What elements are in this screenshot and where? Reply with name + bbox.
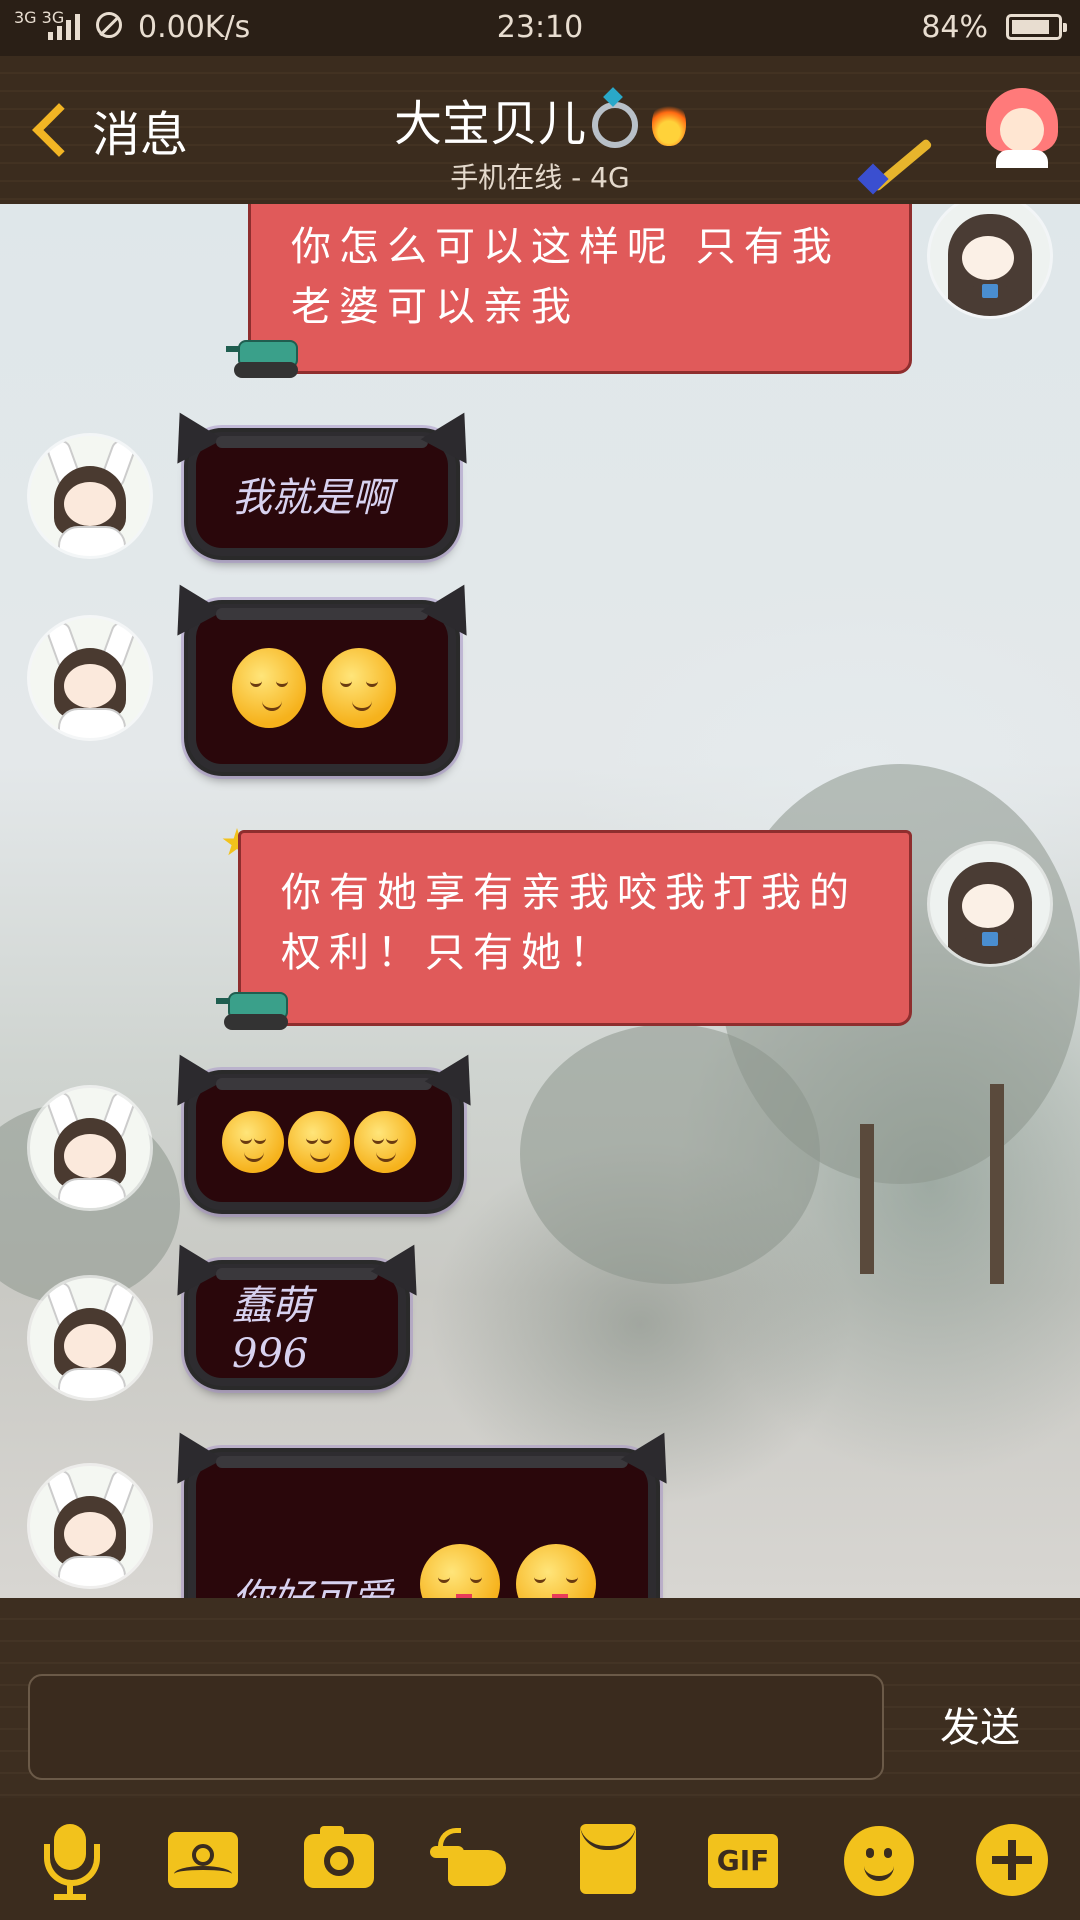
tongue-emoji [420,1544,500,1598]
shy-smile-emoji [322,648,396,728]
message-text: 蠢萌996 [232,1283,312,1377]
background-tree [520,1024,820,1284]
magic-wand-icon[interactable] [857,124,938,204]
my-avatar[interactable] [930,844,1050,964]
my-avatar[interactable] [930,204,1050,316]
status-bar: 3G 3G 0.00K/s 23:10 84% [0,0,1080,56]
fire-icon [652,100,686,146]
input-toolbar: GIF [0,1798,1080,1920]
message-bubble-received[interactable]: 你好可爱 [188,1452,656,1598]
message-text: 你好可爱 [232,1566,392,1598]
message-bubble-sent[interactable]: 你有她享有亲我咬我打我的权利！只有她！ [238,830,912,1026]
message-bubble-received[interactable] [188,604,456,772]
message-text: 你怎么可以这样呢 只有我老婆可以亲我 [291,224,840,330]
contact-avatar[interactable] [30,1278,150,1398]
shy-smile-emoji [232,648,306,728]
blush-smile-emoji [354,1111,416,1173]
contact-name: 大宝贝儿 [393,96,586,152]
chat-header: 消息 大宝贝儿 手机在线 - 4G [0,56,1080,204]
message-input[interactable] [28,1674,884,1780]
message-text: 我就是啊 [232,475,392,521]
message-bubble-received[interactable] [188,1074,460,1210]
battery-fill [1012,20,1049,34]
mic-icon[interactable] [30,1820,110,1900]
red-packet-icon[interactable] [580,1824,636,1894]
camera-icon[interactable] [304,1826,374,1888]
clock: 23:10 [496,10,584,45]
message-bubble-sent[interactable]: 你怎么可以这样呢 只有我老婆可以亲我 [248,204,912,374]
tank-icon [216,982,292,1032]
image-icon[interactable] [168,1832,238,1888]
tongue-emoji [516,1544,596,1598]
plus-icon[interactable] [976,1824,1048,1896]
message-bubble-received[interactable]: 蠢萌996 [188,1264,406,1386]
gif-icon[interactable]: GIF [708,1834,778,1888]
contact-avatar[interactable] [30,618,150,738]
blush-smile-emoji [222,1111,284,1173]
tank-icon [226,330,302,380]
send-button[interactable]: 发送 [910,1696,1050,1760]
contact-profile-avatar[interactable] [986,88,1058,168]
composer: 发送 [0,1598,1080,1798]
contact-avatar[interactable] [30,1466,150,1586]
battery-percent: 84% [921,10,988,45]
tree-trunk [990,1084,1004,1284]
message-text: 你有她享有亲我咬我打我的权利！只有她！ [281,870,857,976]
contact-avatar[interactable] [30,436,150,556]
contact-avatar[interactable] [30,1088,150,1208]
message-bubble-received[interactable]: 我就是啊 [188,432,456,556]
chat-area[interactable]: 你怎么可以这样呢 只有我老婆可以亲我 我就是啊 你有她享有亲我咬我打我的权利！只… [0,204,1080,1598]
poke-icon[interactable] [430,1820,514,1900]
emoji-icon[interactable] [844,1826,914,1896]
ring-icon [592,102,638,148]
blush-smile-emoji [288,1111,350,1173]
tree-trunk [860,1124,874,1274]
battery-icon [1006,14,1067,40]
